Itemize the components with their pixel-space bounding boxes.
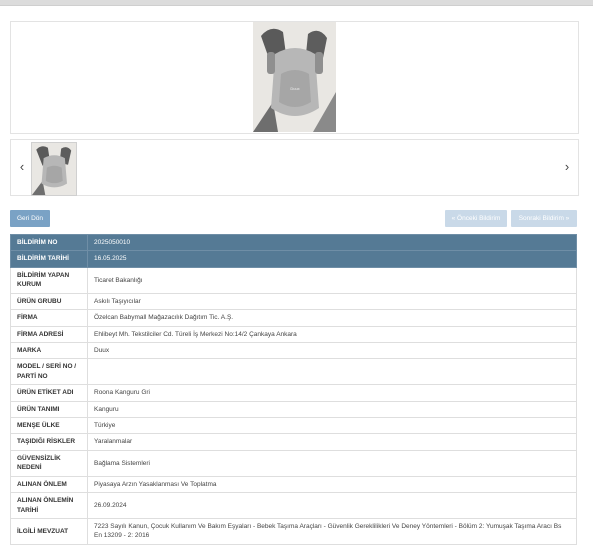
field-label: MODEL / SERİ NO / PARTİ NO bbox=[10, 358, 88, 386]
table-row: BİLDİRİM NO 2025050010 bbox=[10, 233, 577, 252]
table-row: MODEL / SERİ NO / PARTİ NO bbox=[10, 358, 577, 386]
field-label: TAŞIDIĞI RİSKLER bbox=[10, 433, 88, 451]
field-label: BİLDİRİM YAPAN KURUM bbox=[10, 266, 88, 294]
field-label: BİLDİRİM NO bbox=[10, 233, 88, 252]
back-button[interactable]: Geri Dön bbox=[10, 210, 50, 227]
field-label: FİRMA ADRESİ bbox=[10, 325, 88, 343]
table-row: ÜRÜN GRUBU Askılı Taşıyıcılar bbox=[10, 292, 577, 311]
field-label: FİRMA bbox=[10, 309, 88, 327]
field-value: Ticaret Bakanlığı bbox=[87, 266, 577, 294]
field-label: MARKA bbox=[10, 341, 88, 360]
table-row: BİLDİRİM TARİHİ 16.05.2025 bbox=[10, 250, 577, 268]
table-row: ALINAN ÖNLEM Piyasaya Arzın Yasaklanması … bbox=[10, 475, 577, 494]
field-label: ALINAN ÖNLEMİN TARİHİ bbox=[10, 492, 88, 520]
product-main-photo: Duux bbox=[253, 22, 336, 132]
table-row: ÜRÜN ETİKET ADI Roona Kanguru Gri bbox=[10, 384, 577, 402]
field-label: GÜVENSİZLİK NEDENİ bbox=[10, 449, 88, 477]
field-value: 26.09.2024 bbox=[87, 492, 577, 520]
chevron-right-icon[interactable]: › bbox=[560, 158, 574, 176]
field-value: Yaralanmalar bbox=[87, 433, 577, 451]
field-label: İLGİLİ MEVZUAT bbox=[10, 518, 88, 545]
table-row: İLGİLİ MEVZUAT 7223 Sayılı Kanun, Çocuk K… bbox=[10, 518, 577, 545]
table-row: MENŞE ÜLKE Türkiye bbox=[10, 417, 577, 435]
svg-text:Duux: Duux bbox=[290, 86, 299, 91]
thumbnail-strip: ‹ › bbox=[10, 139, 579, 196]
field-value bbox=[87, 358, 577, 386]
field-label: BİLDİRİM TARİHİ bbox=[10, 250, 88, 268]
field-label: ÜRÜN TANIMI bbox=[10, 400, 88, 419]
field-value: Türkiye bbox=[87, 417, 577, 435]
top-bar bbox=[0, 0, 593, 6]
field-value: Bağlama Sistemleri bbox=[87, 449, 577, 477]
previous-record-button[interactable]: « Önceki Bildirim bbox=[445, 210, 507, 227]
field-label: ALINAN ÖNLEM bbox=[10, 475, 88, 494]
table-row: ÜRÜN TANIMI Kanguru bbox=[10, 400, 577, 419]
field-value: 2025050010 bbox=[87, 233, 577, 252]
notification-details-table: BİLDİRİM NO 2025050010 BİLDİRİM TARİHİ 16.0… bbox=[10, 233, 577, 545]
table-row: GÜVENSİZLİK NEDENİ Bağlama Sistemleri bbox=[10, 449, 577, 477]
field-value: 7223 Sayılı Kanun, Çocuk Kullanım Ve Bak… bbox=[87, 518, 577, 545]
chevron-left-icon[interactable]: ‹ bbox=[15, 158, 29, 176]
field-value: Duux bbox=[87, 341, 577, 360]
field-value: Kanguru bbox=[87, 400, 577, 419]
field-label: ÜRÜN GRUBU bbox=[10, 292, 88, 311]
table-row: MARKA Duux bbox=[10, 341, 577, 360]
table-row: BİLDİRİM YAPAN KURUM Ticaret Bakanlığı bbox=[10, 266, 577, 294]
field-value: Ehlibeyt Mh. Tekstilciler Cd. Türeli İş … bbox=[87, 325, 577, 343]
field-label: ÜRÜN ETİKET ADI bbox=[10, 384, 88, 402]
main-image-panel: Duux bbox=[10, 21, 579, 134]
next-record-button[interactable]: Sonraki Bildirim » bbox=[511, 210, 577, 227]
field-label: MENŞE ÜLKE bbox=[10, 417, 88, 435]
table-row: FİRMA Özelcan Babymall Mağazacılık Dağıtı… bbox=[10, 309, 577, 327]
product-thumbnail[interactable] bbox=[31, 142, 77, 196]
field-value: Piyasaya Arzın Yasaklanması Ve Toplatma bbox=[87, 475, 577, 494]
field-value: 16.05.2025 bbox=[87, 250, 577, 268]
table-row: TAŞIDIĞI RİSKLER Yaralanmalar bbox=[10, 433, 577, 451]
table-row: ALINAN ÖNLEMİN TARİHİ 26.09.2024 bbox=[10, 492, 577, 520]
field-value: Özelcan Babymall Mağazacılık Dağıtım Tic… bbox=[87, 309, 577, 327]
field-value: Askılı Taşıyıcılar bbox=[87, 292, 577, 311]
table-row: FİRMA ADRESİ Ehlibeyt Mh. Tekstilciler Cd… bbox=[10, 325, 577, 343]
field-value: Roona Kanguru Gri bbox=[87, 384, 577, 402]
